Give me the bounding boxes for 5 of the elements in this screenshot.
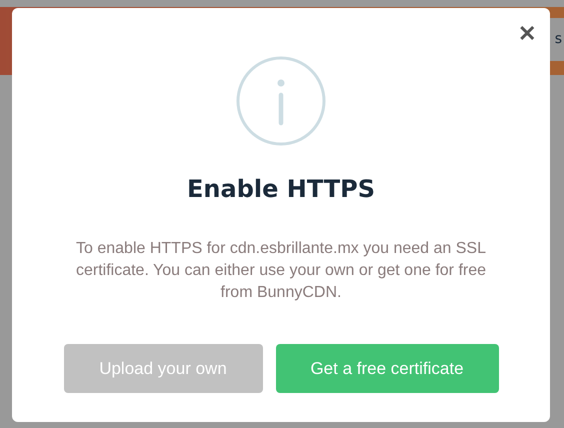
info-icon (236, 56, 326, 146)
header-tab[interactable]: s (550, 18, 564, 61)
dialog-title: Enable HTTPS (187, 174, 375, 204)
close-button[interactable]: ✕ (518, 22, 536, 46)
dialog-message: To enable HTTPS for cdn.esbrillante.mx you need an SSL certificate. You can either use your own or get one for free from BunnyCDN. (74, 239, 488, 303)
